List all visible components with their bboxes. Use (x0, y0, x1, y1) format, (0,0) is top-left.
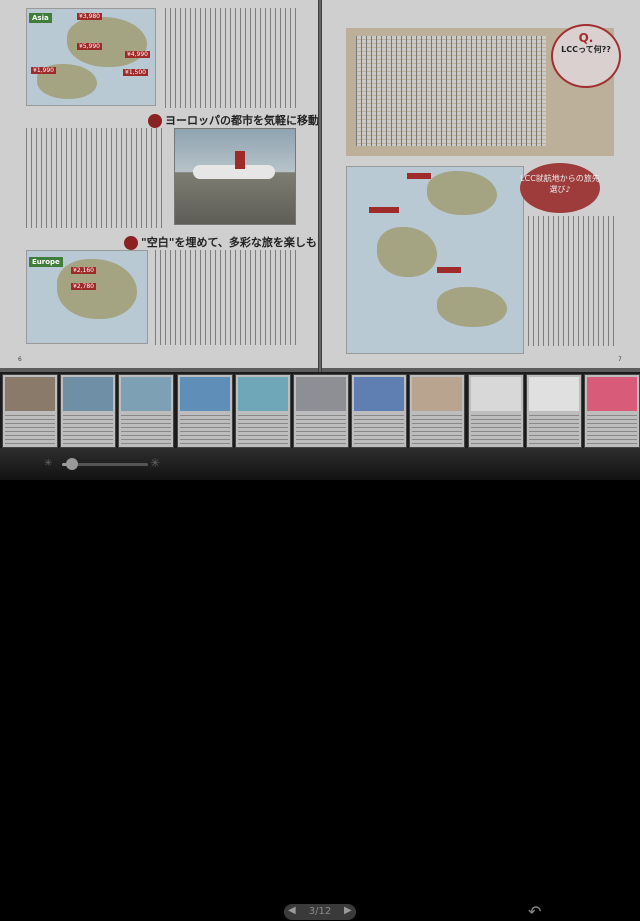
thumbnail-text (528, 415, 579, 445)
route-circle-label: LCC就航地からの旅先選び♪ (520, 163, 600, 213)
thumbnail-image (528, 377, 579, 411)
heading-europe-text: ヨーロッパの都市を気軽に移動♪ (165, 114, 327, 127)
page-thumbnail[interactable] (118, 374, 175, 448)
thumbnail-text (354, 415, 405, 445)
thumbnail-text (296, 415, 346, 445)
heading-europe: ヨーロッパの都市を気軽に移動♪ (148, 112, 326, 128)
sun-small-icon: ✳ (44, 458, 53, 469)
price-tag: ¥1,990 (31, 67, 56, 74)
thumbnail-image (296, 377, 346, 411)
thumbnail-image (354, 377, 405, 411)
price-tag: ¥3,980 (77, 13, 102, 20)
map-tag-europe: Europe (29, 257, 63, 267)
heading-blank-time: "空白"を埋めて、多彩な旅を楽しもう! (124, 234, 333, 250)
thumbnail-image (587, 377, 637, 411)
sun-large-icon: ✳ (150, 456, 161, 470)
return-arrow-icon[interactable]: ↶ (528, 902, 541, 921)
europe-map: Europe ¥2,160 ¥2,780 (26, 250, 148, 344)
page-thumbnail[interactable] (60, 374, 117, 448)
magazine-reader[interactable]: Asia ¥3,980 ¥5,990 ¥4,990 ¥1,990 ¥1,500 … (0, 0, 640, 372)
thumbnail-text (587, 415, 637, 445)
page-number-left: 6 (18, 356, 22, 363)
thumbnail-image (412, 377, 463, 411)
thumbnail-image (121, 377, 172, 411)
page-thumbnail[interactable] (234, 374, 291, 448)
page-thumbnail[interactable] (351, 374, 408, 448)
asia-map: Asia ¥3,980 ¥5,990 ¥4,990 ¥1,990 ¥1,500 (26, 8, 156, 106)
price-tag: ¥2,780 (71, 283, 96, 290)
q-text: LCCって何?? (561, 45, 611, 54)
thumbnail-image (179, 377, 230, 411)
brightness-slider[interactable] (62, 458, 148, 470)
thumbnail-text (121, 415, 172, 445)
article-text (26, 128, 166, 228)
triangle-right-icon[interactable]: ▶ (344, 905, 352, 916)
page-thumbnail[interactable] (176, 374, 233, 448)
thumbnail-image (63, 377, 114, 411)
thumbnail-image (237, 377, 288, 411)
thumbnail-text (412, 415, 463, 445)
page-thumbnail[interactable] (584, 374, 640, 448)
airplane-photo (174, 128, 296, 225)
price-tag: ¥4,990 (125, 51, 150, 58)
page-indicator: 3/12 (308, 906, 332, 917)
page-thumbnail[interactable] (409, 374, 466, 448)
map-tag-asia: Asia (29, 13, 52, 23)
price-tag: ¥1,500 (123, 69, 148, 76)
thumbnail-image (470, 377, 521, 411)
thumbnail-strip[interactable] (0, 372, 640, 448)
thumbnail-text (179, 415, 230, 445)
thumbnail-text (237, 415, 288, 445)
heading-blank-text: "空白"を埋めて、多彩な旅を楽しもう! (141, 236, 333, 249)
q-mark: Q. (578, 31, 594, 45)
thumbnail-text (63, 415, 114, 445)
thumbnail-image (5, 377, 55, 411)
page-navigator: ◀ 3/12 ▶ (284, 904, 356, 920)
thumbnail-text (5, 415, 55, 445)
thumbnail-text (470, 415, 521, 445)
left-page[interactable]: Asia ¥3,980 ¥5,990 ¥4,990 ¥1,990 ¥1,500 … (0, 0, 333, 368)
page-number-right: 7 (618, 356, 622, 363)
price-tag: ¥5,990 (77, 43, 102, 50)
page-thumbnail[interactable] (293, 374, 349, 448)
intro-text (346, 0, 536, 22)
triangle-left-icon[interactable]: ◀ (288, 905, 296, 916)
lcc-route-map (346, 166, 524, 354)
price-tag: ¥2,160 (71, 267, 96, 274)
page-thumbnail[interactable] (467, 374, 524, 448)
article-text (155, 250, 300, 345)
q-bubble: Q. LCCって何?? (551, 24, 621, 88)
page-thumbnail[interactable] (2, 374, 58, 448)
page-thumbnail[interactable] (525, 374, 582, 448)
article-text (528, 216, 614, 346)
article-text (165, 8, 300, 108)
